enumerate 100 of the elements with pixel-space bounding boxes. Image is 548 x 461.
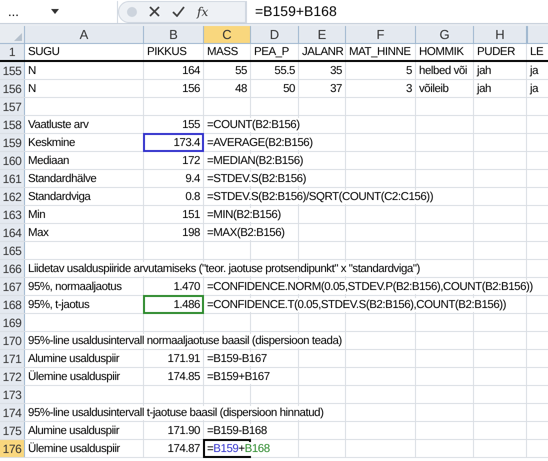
name-box[interactable]: ...	[0, 0, 118, 22]
cell-text: 156	[182, 82, 200, 96]
row-header[interactable]: 163	[0, 206, 25, 223]
cell-text: 198	[182, 226, 200, 240]
row-header[interactable]: 170	[0, 332, 25, 349]
cell-text: Standardviga	[28, 190, 90, 204]
row-header[interactable]: 168	[0, 296, 25, 313]
cell-text: 95%, normaaljaotus	[28, 280, 122, 294]
cell-text: 5	[406, 64, 412, 78]
cell-text: Standardhälve	[28, 172, 96, 186]
cell-text: 55	[235, 64, 247, 78]
row-header[interactable]: 169	[0, 314, 25, 331]
cell-text: =B159-B167	[207, 352, 267, 366]
handle-icon	[127, 6, 137, 16]
cell-text: 172	[182, 154, 200, 168]
row-header[interactable]: 171	[0, 350, 25, 367]
row-header[interactable]: 159	[0, 134, 25, 151]
cell-text: MAT_HINNE	[349, 45, 411, 59]
row-header[interactable]: 172	[0, 368, 25, 385]
insert-function-button[interactable]: fx	[197, 2, 208, 20]
check-icon[interactable]	[172, 6, 185, 17]
column-header[interactable]: E	[299, 26, 346, 43]
cell-text: 0.8	[185, 190, 200, 204]
cell-text: 171.91	[168, 352, 200, 366]
cell-text: Ülemine usalduspiir	[28, 370, 120, 384]
cell-text: 37	[330, 82, 342, 96]
row-header[interactable]: 176	[0, 440, 25, 457]
row-header[interactable]: 175	[0, 422, 25, 439]
cell-text: 171.90	[168, 424, 200, 438]
cell-text: =CONFIDENCE.NORM(0.05,STDEV.P(B2:B156),COUNT(B2:B156))	[207, 280, 533, 294]
column-header[interactable]: A	[25, 26, 144, 43]
cell-text: jah	[477, 82, 491, 96]
cell-text: võileib	[419, 82, 448, 96]
cell-text: =AVERAGE(B2:B156)	[207, 136, 313, 150]
row-header[interactable]: 174	[0, 404, 25, 421]
cell-text: 95%-line usaldusintervall t-jaotuse baasil (dispersioon hinnatud)	[28, 406, 324, 420]
row-header[interactable]: 160	[0, 152, 25, 169]
cell-text: 55.5	[274, 64, 295, 78]
cell-text: Alumine usalduspiir	[28, 424, 120, 438]
cell-text: Alumine usalduspiir	[28, 352, 120, 366]
triangle-icon	[14, 33, 22, 41]
cell-text: Ülemine usalduspiir	[28, 442, 120, 456]
cell-text: 35	[330, 64, 342, 78]
column-header[interactable]: B	[144, 26, 204, 43]
cell-text: Keskmine	[28, 136, 75, 150]
row-header[interactable]: 162	[0, 188, 25, 205]
row-header[interactable]: 161	[0, 170, 25, 187]
cell-text: Liidetav usalduspiiride arvutamiseks ("teor. jaotuse protsendipunkt" x "standardviga")	[28, 262, 420, 276]
cell-text: 151	[182, 208, 200, 222]
cell-text: jah	[477, 64, 491, 78]
row-header[interactable]: 166	[0, 260, 25, 277]
reference-border[interactable]	[143, 133, 204, 152]
row-header[interactable]: 157	[0, 98, 25, 115]
row-header[interactable]: 156	[0, 80, 25, 97]
row-header[interactable]: 158	[0, 116, 25, 133]
cell-text: Max	[28, 226, 48, 240]
row-header[interactable]: 1	[0, 44, 25, 60]
cell-text: 3	[406, 82, 412, 96]
cell-text: Mediaan	[28, 154, 69, 168]
column-header[interactable]: H	[474, 26, 527, 43]
row-header[interactable]: 164	[0, 224, 25, 241]
cell-text: 48	[235, 82, 247, 96]
row-header[interactable]: 165	[0, 242, 25, 259]
cell-text: =COUNT(B2:B156)	[207, 118, 300, 132]
cell-text: =MIN(B2:B156)	[207, 208, 281, 222]
column-header[interactable]: G	[416, 26, 474, 43]
cell-text: =B159-B168	[207, 424, 267, 438]
cell-text: 164	[182, 64, 200, 78]
cell-text: =CONFIDENCE.T(0.05,STDEV.S(B2:B156),COUNT(B2:B156))	[207, 298, 506, 312]
cell-text: =STDEV.S(B2:B156)/SQRT(COUNT(C2:C156))	[207, 190, 434, 204]
row-header[interactable]: 155	[0, 62, 25, 79]
cell-text: 155	[182, 118, 200, 132]
cell-text: PEA_P	[254, 45, 289, 59]
cell-text: 9.4	[185, 172, 200, 186]
reference-border[interactable]	[143, 295, 204, 314]
cell-text: helbed või	[419, 64, 467, 78]
cell-text: ja	[530, 82, 538, 96]
cell-text: 1.470	[173, 280, 200, 294]
cell-text: ja	[530, 64, 538, 78]
column-header[interactable]: C	[204, 26, 251, 43]
cell-text: 50	[283, 82, 295, 96]
cell-text: =B159+B167	[207, 370, 270, 384]
row-header[interactable]: 167	[0, 278, 25, 295]
cell-text: 95%-line usaldusintervall normaaljaotuse baasil (dispersioon teada)	[28, 334, 342, 348]
column-header[interactable]: D	[251, 26, 299, 43]
cell-text: 173.4	[173, 136, 200, 150]
dropdown-caret-icon	[50, 9, 59, 14]
formula-input[interactable]: =B159+B168	[246, 0, 548, 22]
cell-text: 1.486	[173, 298, 200, 312]
cell-text: =MEDIAN(B2:B156)	[207, 154, 304, 168]
cell-text: =STDEV.S(B2:B156)	[207, 172, 306, 186]
row-header[interactable]: 173	[0, 386, 25, 403]
cell-text: Vaatluste arv	[28, 118, 88, 132]
close-icon[interactable]	[149, 6, 160, 17]
cell-text: 95%, t-jaotus	[28, 298, 90, 312]
column-header[interactable]: F	[346, 26, 416, 43]
cell-text: =MAX(B2:B156)	[207, 226, 285, 240]
cell-text: 174.87	[168, 442, 200, 456]
cell-text: 174.85	[168, 370, 200, 384]
cell-text: =B159+B168	[207, 442, 270, 456]
